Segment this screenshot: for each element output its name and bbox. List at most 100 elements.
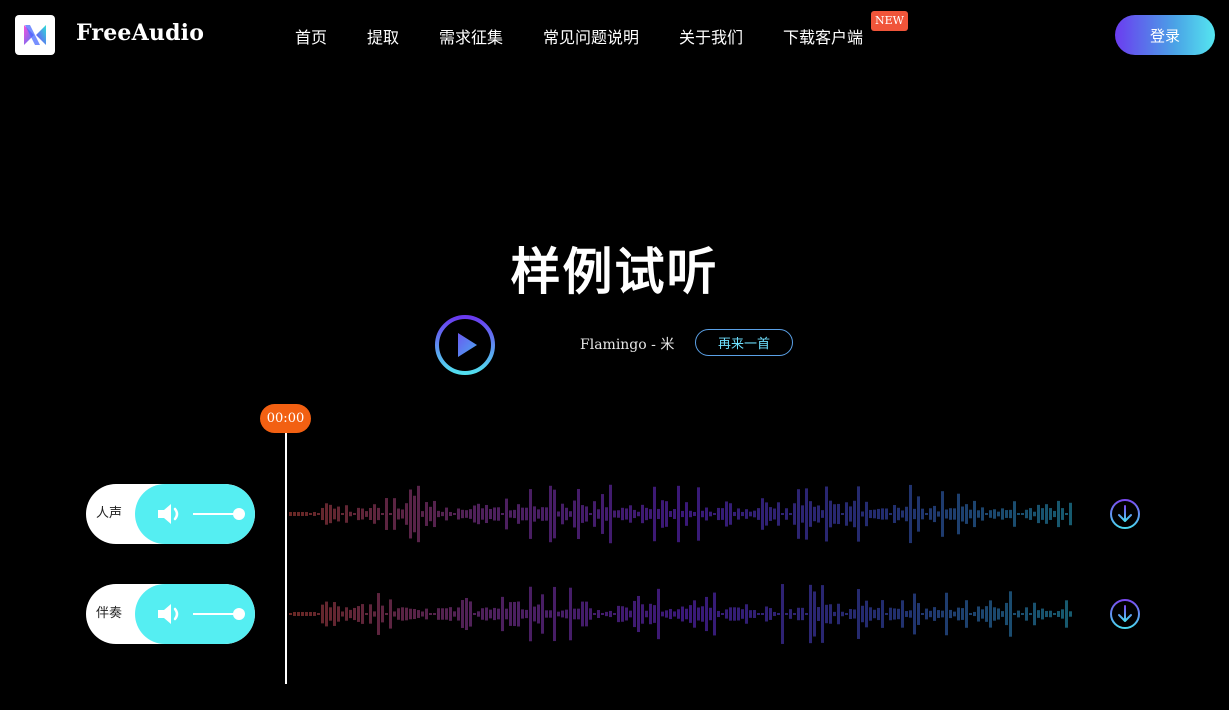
waveform-bar	[733, 607, 736, 621]
waveform-bar	[813, 506, 816, 522]
waveform-bar	[469, 509, 472, 519]
waveform-bar	[525, 609, 528, 619]
waveform-bar	[857, 589, 860, 639]
nav-download-client[interactable]: 下载客户端	[783, 24, 863, 48]
accompaniment-volume-slider[interactable]	[193, 608, 245, 620]
waveform-bar	[345, 505, 348, 523]
waveform-bar	[781, 513, 784, 515]
download-icon[interactable]	[1109, 598, 1141, 630]
waveform-bar	[653, 605, 656, 623]
waveform-bar	[429, 613, 432, 615]
login-button[interactable]: 登录	[1115, 15, 1215, 55]
vocal-volume-slider[interactable]	[193, 508, 245, 520]
speaker-icon[interactable]	[156, 501, 186, 527]
waveform-bar	[893, 505, 896, 523]
waveform-bar	[977, 606, 980, 622]
waveform-bar	[741, 609, 744, 619]
waveform-bar	[701, 510, 704, 518]
waveform-bar	[909, 484, 912, 544]
waveform-bar	[501, 513, 504, 515]
waveform-bar	[545, 610, 548, 618]
accompaniment-waveform[interactable]	[287, 582, 1077, 646]
waveform-bar	[493, 607, 496, 621]
waveform-bar	[557, 511, 560, 517]
waveform-bar	[445, 608, 448, 620]
waveform-bar	[349, 511, 352, 517]
waveform-bar	[557, 611, 560, 617]
speaker-icon[interactable]	[156, 601, 186, 627]
waveform-bar	[321, 604, 324, 624]
waveform-bar	[581, 505, 584, 523]
waveform-bar	[437, 608, 440, 620]
waveform-bar	[413, 608, 416, 620]
nav-faq[interactable]: 常见问题说明	[543, 24, 639, 48]
waveform-bar	[841, 611, 844, 617]
waveform-bar	[953, 508, 956, 520]
waveform-bar	[549, 610, 552, 618]
waveform-bar	[325, 601, 328, 627]
waveform-bar	[1013, 501, 1016, 527]
waveform-bar	[689, 510, 692, 518]
waveform-bar	[453, 611, 456, 617]
waveform-bar	[1009, 509, 1012, 519]
nav-about[interactable]: 关于我们	[679, 24, 743, 48]
vocal-track-control: 人声	[86, 484, 255, 544]
waveform-bar	[809, 501, 812, 527]
waveform-bar	[569, 587, 572, 641]
waveform-bar	[321, 507, 324, 521]
waveform-bar	[741, 511, 744, 517]
brand-name[interactable]: FreeAudio	[76, 20, 204, 46]
waveform-bar	[417, 610, 420, 618]
play-icon[interactable]	[434, 314, 496, 376]
waveform-bar	[941, 610, 944, 618]
waveform-bar	[377, 507, 380, 521]
waveform-bar	[641, 604, 644, 624]
waveform-bar	[725, 609, 728, 619]
waveform-bar	[541, 594, 544, 634]
waveform-bar	[769, 507, 772, 521]
waveform-bar	[1041, 508, 1044, 520]
vocal-volume-knob[interactable]	[233, 508, 245, 520]
logo[interactable]	[15, 15, 55, 55]
track-title: Flamingo - 米津玄师	[580, 337, 675, 353]
waveform-bar	[497, 608, 500, 620]
waveform-bar	[765, 502, 768, 526]
waveform-bar	[609, 484, 612, 544]
waveform-bar	[393, 611, 396, 617]
waveform-bar	[733, 511, 736, 517]
waveform-bar	[489, 508, 492, 520]
waveform-bar	[1061, 609, 1064, 619]
accompaniment-volume-panel	[135, 584, 255, 644]
accompaniment-volume-knob[interactable]	[233, 608, 245, 620]
waveform-bar	[825, 486, 828, 542]
waveform-bar	[621, 507, 624, 521]
download-icon[interactable]	[1109, 498, 1141, 530]
time-indicator: 00:00	[260, 404, 311, 433]
waveform-bar	[965, 504, 968, 524]
waveform-bar	[929, 508, 932, 520]
waveform-bar	[901, 510, 904, 518]
waveform-bar	[401, 607, 404, 621]
waveform-bar	[465, 510, 468, 518]
waveform-bar	[1053, 510, 1056, 518]
waveform-bar	[317, 613, 320, 615]
another-song-button[interactable]: 再来一首	[695, 329, 793, 356]
waveform-bar	[441, 511, 444, 517]
waveform-bar	[997, 511, 1000, 517]
waveform-bar	[1021, 613, 1024, 615]
waveform-bar	[669, 608, 672, 620]
vocal-waveform[interactable]	[287, 482, 1077, 546]
nav-extract[interactable]: 提取	[367, 24, 399, 48]
waveform-bar	[673, 611, 676, 617]
nav-home[interactable]: 首页	[295, 24, 327, 48]
waveform-bar	[645, 507, 648, 521]
playhead[interactable]	[285, 433, 287, 684]
waveform-bar	[485, 607, 488, 621]
waveform-bar	[857, 486, 860, 542]
waveform-bar	[1061, 508, 1064, 520]
waveform-bar	[945, 509, 948, 519]
nav-requests[interactable]: 需求征集	[439, 24, 503, 48]
waveform-bar	[969, 613, 972, 615]
waveform-bar	[801, 505, 804, 523]
waveform-bar	[313, 512, 316, 516]
